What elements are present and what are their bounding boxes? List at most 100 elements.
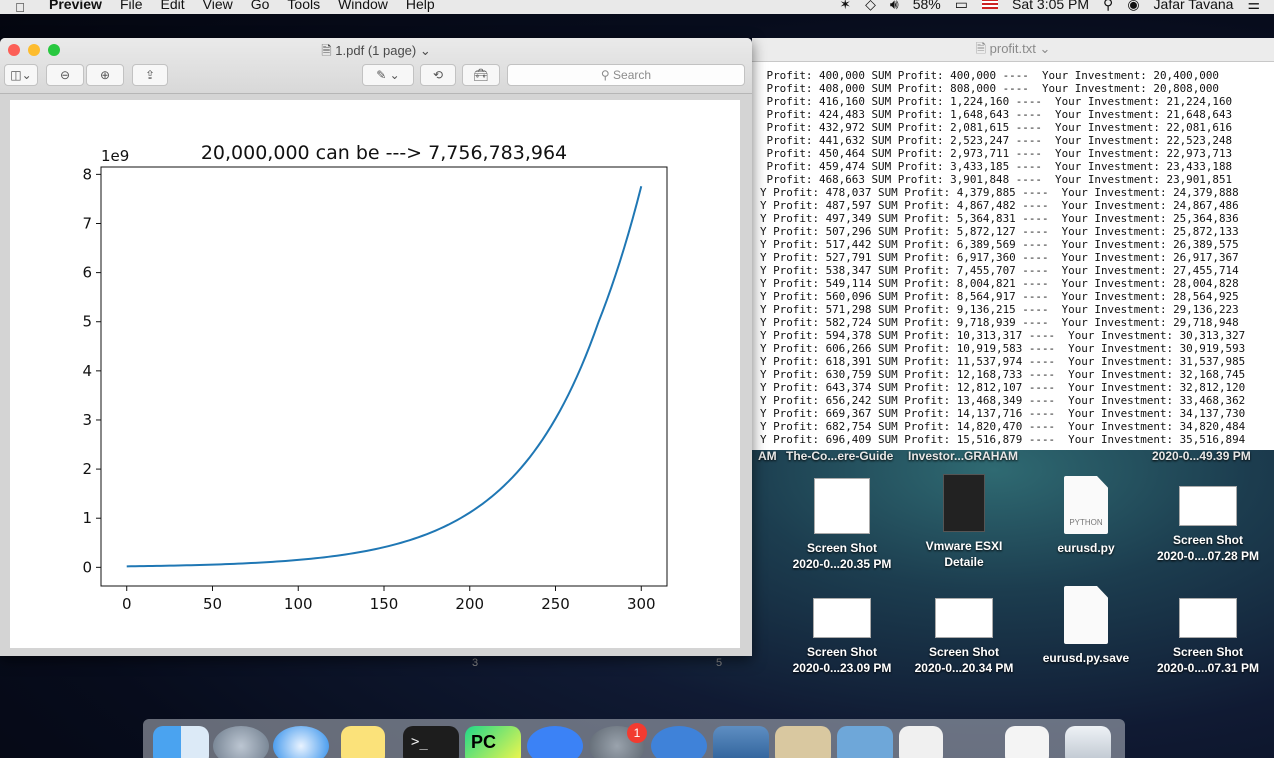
menu-bar:  Preview File Edit View Go Tools Window… xyxy=(0,0,1274,14)
file-icon xyxy=(1064,586,1108,644)
finder-icon[interactable] xyxy=(153,726,209,758)
skype-icon[interactable] xyxy=(527,726,583,758)
window-title: 1.pdf (1 page) xyxy=(335,43,417,58)
menu-view[interactable]: View xyxy=(194,0,242,11)
battery-icon[interactable]: ▭ xyxy=(955,0,968,13)
space-number: 3 xyxy=(472,657,479,669)
screenshot-thumbnail-icon xyxy=(1179,486,1237,526)
desktop-icon-screenshot-2[interactable]: Screen Shot 2020-0....07.28 PM xyxy=(1148,486,1268,564)
desktop-label-guide[interactable]: The-Co...ere-Guide xyxy=(786,449,893,463)
notes-icon[interactable] xyxy=(341,726,385,758)
y-offset-label: 1e9 xyxy=(101,147,129,165)
rotate-icon: ⟲ xyxy=(432,68,444,82)
preview-titlebar[interactable]: 🗎︎ 1.pdf (1 page) ⌄ ◫⌄ ⊖ ⊕ ⇪ ✎ ⌄ ⟲ 🧰︎ ⚲ … xyxy=(0,38,752,94)
textedit-title: profit.txt xyxy=(989,41,1036,56)
x-tick-label: 0 xyxy=(122,595,132,613)
pycharm-glyph: PC xyxy=(471,732,497,752)
preview-window: 🗎︎ 1.pdf (1 page) ⌄ ◫⌄ ⊖ ⊕ ⇪ ✎ ⌄ ⟲ 🧰︎ ⚲ … xyxy=(0,38,752,656)
sidebar-icon: ◫⌄ xyxy=(10,68,32,82)
textedit-titlebar[interactable]: 🗎︎ profit.txt ⌄ xyxy=(752,38,1274,62)
apple-icon[interactable]:  xyxy=(0,0,40,14)
terminal-icon[interactable]: >_ xyxy=(403,726,459,758)
y-tick-label: 4 xyxy=(82,362,92,380)
pdf-page[interactable]: 20,000,000 can be ---> 7,756,783,964 1e9… xyxy=(10,100,740,648)
x-tick-label: 200 xyxy=(455,595,484,613)
desktop-label-am[interactable]: AM xyxy=(758,449,777,463)
desktop-icon-eurusd-save[interactable]: eurusd.py.save xyxy=(1026,586,1146,666)
desktop-icon-vmware[interactable]: Vmware ESXI Detaile xyxy=(904,474,1024,570)
zoom-out-button[interactable]: ⊖ xyxy=(46,64,84,86)
y-tick-label: 8 xyxy=(82,165,92,183)
y-tick-label: 2 xyxy=(82,460,92,478)
zoom-in-button[interactable]: ⊕ xyxy=(86,64,124,86)
share-button[interactable]: ⇪ xyxy=(132,64,168,86)
preview-app-icon[interactable] xyxy=(837,726,893,758)
wifi-icon[interactable]: ◇ xyxy=(865,0,876,13)
desktop-icon-screenshot-5[interactable]: Screen Shot 2020-0....07.31 PM xyxy=(1148,598,1268,676)
y-tick-label: 0 xyxy=(82,558,92,576)
menu-file[interactable]: File xyxy=(111,0,152,11)
notification-badge: 1 xyxy=(627,723,647,743)
rotate-button[interactable]: ⟲ xyxy=(420,64,456,86)
volume-icon[interactable]: 🔊︎ xyxy=(890,0,899,13)
menu-go[interactable]: Go xyxy=(242,0,279,11)
y-tick-label: 7 xyxy=(82,214,92,232)
y-tick-label: 6 xyxy=(82,264,92,282)
menu-app-name[interactable]: Preview xyxy=(40,0,111,11)
trash-icon[interactable] xyxy=(1065,726,1111,758)
menu-help[interactable]: Help xyxy=(397,0,444,11)
document-dock-icon[interactable] xyxy=(1005,726,1049,758)
y-tick-label: 5 xyxy=(82,313,92,331)
screenshot-thumbnail-icon xyxy=(814,478,870,534)
desktop-icon-screenshot-3[interactable]: Screen Shot 2020-0...23.09 PM xyxy=(782,598,902,676)
textedit-window: 🗎︎ profit.txt ⌄ Profit: 400,000 SUM Prof… xyxy=(752,38,1274,450)
pycharm-icon[interactable]: PC xyxy=(465,726,521,758)
menu-edit[interactable]: Edit xyxy=(152,0,194,11)
chevron-down-icon[interactable]: ⌄ xyxy=(1040,41,1051,56)
user-name[interactable]: Jafar Tavana xyxy=(1154,0,1234,12)
mail-icon[interactable] xyxy=(775,726,831,758)
clock[interactable]: Sat 3:05 PM xyxy=(1012,0,1089,12)
toolbox-button[interactable]: 🧰︎ xyxy=(462,64,500,86)
desktop-icon-eurusd-py[interactable]: PYTHON eurusd.py xyxy=(1026,476,1146,556)
chevron-down-icon[interactable]: ⌄ xyxy=(420,43,431,58)
search-placeholder: Search xyxy=(613,68,652,82)
y-tick-label: 3 xyxy=(82,411,92,429)
line-chart: 20,000,000 can be ---> 7,756,783,964 1e9… xyxy=(82,142,668,613)
share-icon: ⇪ xyxy=(144,68,156,82)
python-file-icon: PYTHON xyxy=(1064,476,1108,534)
x-tick-label: 100 xyxy=(284,595,313,613)
markup-button[interactable]: ✎ ⌄ xyxy=(362,64,414,86)
screenshot-thumbnail-icon xyxy=(935,598,993,638)
textedit-content[interactable]: Profit: 400,000 SUM Profit: 400,000 ----… xyxy=(752,62,1274,446)
desktop-label-graham[interactable]: Investor...GRAHAM xyxy=(908,449,1018,463)
vmware-box-icon xyxy=(943,474,985,532)
chart-title: 20,000,000 can be ---> 7,756,783,964 xyxy=(201,142,567,164)
flag-icon[interactable] xyxy=(982,0,998,9)
sidebar-toggle-button[interactable]: ◫⌄ xyxy=(4,64,38,86)
desktop-icon-screenshot-1[interactable]: Screen Shot 2020-0...20.35 PM xyxy=(782,478,902,572)
document-icon: 🗎︎ xyxy=(975,41,987,56)
virtualbox-icon[interactable] xyxy=(713,726,769,758)
bluetooth-icon[interactable]: ✶ xyxy=(839,0,851,13)
textedit-app-icon[interactable] xyxy=(899,726,943,758)
search-field[interactable]: ⚲ Search xyxy=(507,64,745,86)
pdf-document-icon: 🗎︎ xyxy=(321,43,332,58)
user-avatar-icon[interactable]: ◉ xyxy=(1127,0,1139,13)
menu-tools[interactable]: Tools xyxy=(278,0,329,11)
screenshot-thumbnail-icon xyxy=(1179,598,1237,638)
chameleon-app-icon[interactable] xyxy=(651,726,707,758)
desktop-icon-screenshot-4[interactable]: Screen Shot 2020-0...20.34 PM xyxy=(904,598,1024,676)
safari-icon[interactable] xyxy=(273,726,329,758)
spotlight-search-icon[interactable]: ⚲ xyxy=(1103,0,1113,13)
desktop-label-screenshot[interactable]: 2020-0...49.39 PM xyxy=(1152,449,1251,463)
menu-list-icon[interactable]: ☰ xyxy=(1247,0,1260,13)
launchpad-icon[interactable] xyxy=(213,726,269,758)
dock: >_ PC 1 xyxy=(143,719,1125,758)
window-title-group: 🗎︎ 1.pdf (1 page) ⌄ xyxy=(0,42,752,64)
zoom-in-icon: ⊕ xyxy=(99,68,111,82)
battery-percent[interactable]: 58% xyxy=(913,0,941,12)
screenshot-thumbnail-icon xyxy=(813,598,871,638)
menu-window[interactable]: Window xyxy=(329,0,397,11)
space-number: 5 xyxy=(716,657,723,669)
